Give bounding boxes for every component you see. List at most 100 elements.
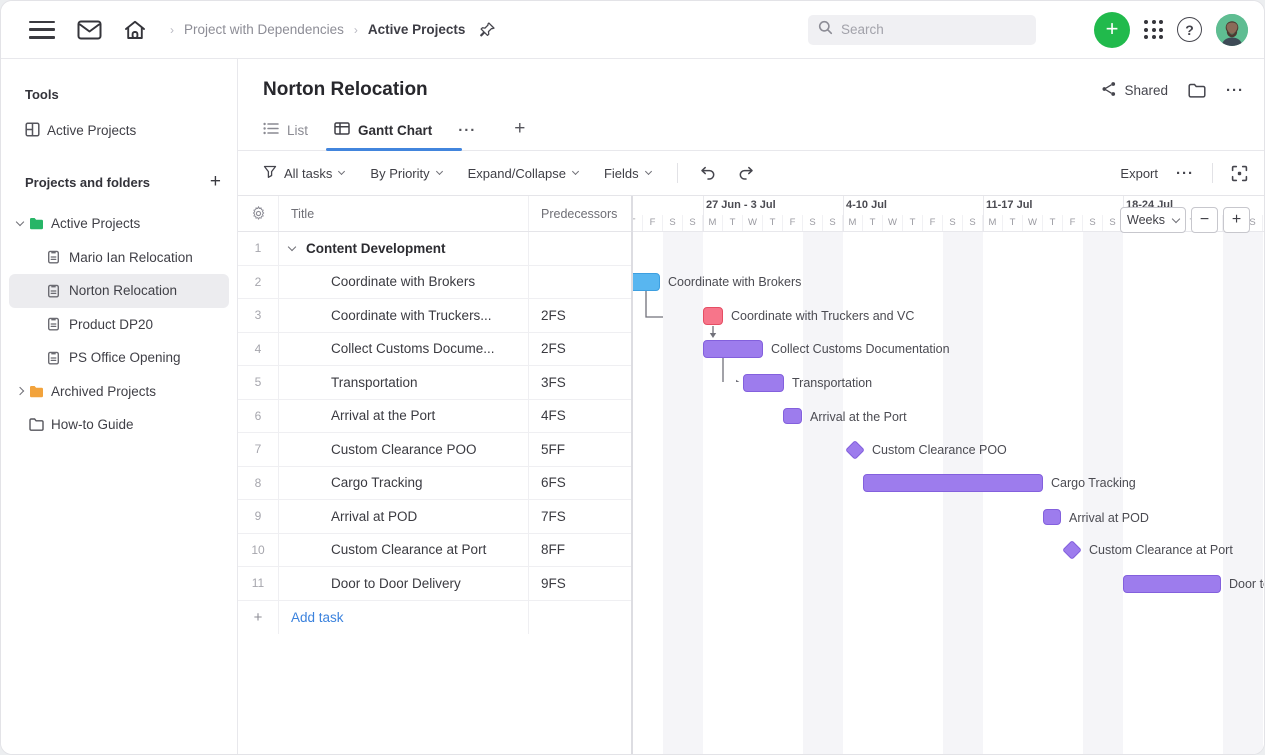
shared-button[interactable]: Shared	[1101, 81, 1168, 100]
tab-label: List	[287, 123, 308, 138]
breadcrumb-parent[interactable]: Project with Dependencies	[184, 22, 344, 37]
row-number: 10	[238, 534, 278, 567]
gantt-bar[interactable]	[783, 408, 802, 424]
filter-dropdown[interactable]: All tasks	[263, 165, 344, 182]
gantt-bar[interactable]	[1123, 575, 1221, 593]
column-header-predecessors[interactable]: Predecessors	[528, 196, 633, 231]
table-row[interactable]: 6Arrival at the Port4FS	[238, 400, 631, 434]
expand-collapse-dropdown[interactable]: Expand/Collapse	[468, 166, 578, 181]
gantt-milestone[interactable]	[845, 440, 865, 460]
sidebar-item-how-to-guide[interactable]: How-to Guide	[9, 408, 229, 442]
chevron-down-icon[interactable]	[16, 218, 24, 226]
add-project-button[interactable]: +	[210, 171, 221, 193]
table-row[interactable]: 1Content Development	[238, 232, 631, 266]
add-task-row[interactable]: +Add task	[238, 601, 631, 635]
predecessor-cell[interactable]: 9FS	[528, 567, 633, 600]
predecessor-cell[interactable]: 4FS	[528, 400, 633, 433]
gantt-bar[interactable]	[633, 273, 660, 291]
table-row[interactable]: 5Transportation3FS	[238, 366, 631, 400]
task-title-cell[interactable]: Arrival at POD	[278, 500, 528, 533]
table-row[interactable]: 7Custom Clearance POO5FF	[238, 433, 631, 467]
help-icon[interactable]: ?	[1177, 17, 1202, 42]
pin-icon[interactable]	[479, 21, 496, 38]
redo-button[interactable]	[738, 166, 754, 180]
task-title-cell[interactable]: Door to Door Delivery	[278, 567, 528, 600]
sidebar-item-mario-ian-relocation[interactable]: Mario Ian Relocation	[9, 241, 229, 275]
sidebar-item-archived-projects[interactable]: Archived Projects	[9, 375, 229, 409]
breadcrumb-current[interactable]: Active Projects	[368, 22, 466, 37]
fullscreen-icon[interactable]	[1231, 165, 1248, 182]
task-title-cell[interactable]: Custom Clearance at Port	[278, 534, 528, 567]
day-letter: S	[803, 215, 823, 231]
zoom-in-button[interactable]: +	[1223, 207, 1250, 233]
column-header-title[interactable]: Title	[278, 196, 528, 231]
predecessor-cell[interactable]: 6FS	[528, 467, 633, 500]
predecessor-cell[interactable]: 7FS	[528, 500, 633, 533]
task-title-cell[interactable]: Content Development	[278, 232, 528, 265]
timescale-dropdown[interactable]: Weeks	[1120, 207, 1186, 233]
sidebar-item-label: Norton Relocation	[69, 283, 177, 298]
create-new-button[interactable]: +	[1094, 12, 1130, 48]
hamburger-menu-icon[interactable]	[29, 21, 55, 39]
table-row[interactable]: 9Arrival at POD7FS	[238, 500, 631, 534]
add-task-plus-icon[interactable]: +	[238, 601, 278, 635]
day-letter: F	[923, 215, 943, 231]
gantt-milestone[interactable]	[1062, 540, 1082, 560]
task-title-cell[interactable]: Arrival at the Port	[278, 400, 528, 433]
gantt-bar[interactable]	[743, 374, 784, 392]
add-view-button[interactable]: +	[514, 118, 525, 150]
tab-list[interactable]: List	[263, 122, 308, 150]
gantt-bar[interactable]	[863, 474, 1043, 492]
sidebar-item-active-projects[interactable]: Active Projects	[9, 207, 229, 241]
more-options-icon[interactable]: ···	[1226, 83, 1244, 98]
day-letter: F	[1063, 215, 1083, 231]
folder-icon[interactable]	[1188, 83, 1206, 98]
task-title-cell[interactable]: Collect Customs Docume...	[278, 333, 528, 366]
add-task-label[interactable]: Add task	[278, 601, 528, 635]
apps-grid-icon[interactable]	[1144, 20, 1163, 39]
table-row[interactable]: 11Door to Door Delivery9FS	[238, 567, 631, 601]
predecessor-cell[interactable]	[528, 232, 633, 265]
task-title-cell[interactable]: Transportation	[278, 366, 528, 399]
table-row[interactable]: 8Cargo Tracking6FS	[238, 467, 631, 501]
predecessor-cell[interactable]: 2FS	[528, 333, 633, 366]
sidebar-item-ps-office-opening[interactable]: PS Office Opening	[9, 341, 229, 375]
chevron-down-icon[interactable]	[288, 243, 296, 251]
table-row[interactable]: 10Custom Clearance at Port8FF	[238, 534, 631, 568]
zoom-out-button[interactable]: −	[1191, 207, 1218, 233]
predecessor-cell[interactable]: 5FF	[528, 433, 633, 466]
day-letter: T	[903, 215, 923, 231]
inbox-mail-icon[interactable]	[77, 20, 102, 40]
fields-dropdown[interactable]: Fields	[604, 166, 651, 181]
group-by-dropdown[interactable]: By Priority	[370, 166, 441, 181]
undo-button[interactable]	[700, 166, 716, 180]
table-row[interactable]: 3Coordinate with Truckers...2FS	[238, 299, 631, 333]
predecessor-cell[interactable]: 2FS	[528, 299, 633, 332]
gantt-bar[interactable]	[703, 307, 723, 325]
gantt-bar[interactable]	[1043, 509, 1061, 525]
folder-green-icon	[29, 217, 51, 230]
task-title-cell[interactable]: Coordinate with Brokers	[278, 266, 528, 299]
predecessor-cell[interactable]: 8FF	[528, 534, 633, 567]
search-input[interactable]	[841, 22, 1011, 37]
task-title-cell[interactable]: Coordinate with Truckers...	[278, 299, 528, 332]
sidebar-item-product-dp20[interactable]: Product DP20	[9, 308, 229, 342]
table-settings-gear-icon[interactable]	[238, 196, 278, 231]
predecessor-cell[interactable]	[528, 266, 633, 299]
toolbar-more-icon[interactable]: ···	[1176, 166, 1194, 181]
tab-options-icon[interactable]: ···	[458, 123, 476, 150]
tab-gantt-chart[interactable]: Gantt Chart	[334, 122, 432, 150]
table-row[interactable]: 4Collect Customs Docume...2FS	[238, 333, 631, 367]
task-title-cell[interactable]: Cargo Tracking	[278, 467, 528, 500]
sidebar-item-norton-relocation[interactable]: Norton Relocation	[9, 274, 229, 308]
gantt-bar[interactable]	[703, 340, 763, 358]
task-title-cell[interactable]: Custom Clearance POO	[278, 433, 528, 466]
chevron-right-icon[interactable]	[16, 387, 24, 395]
export-button[interactable]: Export	[1120, 166, 1158, 181]
sidebar-item-active-projects-tool[interactable]: Active Projects	[1, 114, 229, 147]
day-letter: W	[743, 215, 763, 231]
avatar[interactable]	[1216, 14, 1248, 46]
predecessor-cell[interactable]: 3FS	[528, 366, 633, 399]
home-icon[interactable]	[124, 20, 146, 40]
table-row[interactable]: 2Coordinate with Brokers	[238, 266, 631, 300]
